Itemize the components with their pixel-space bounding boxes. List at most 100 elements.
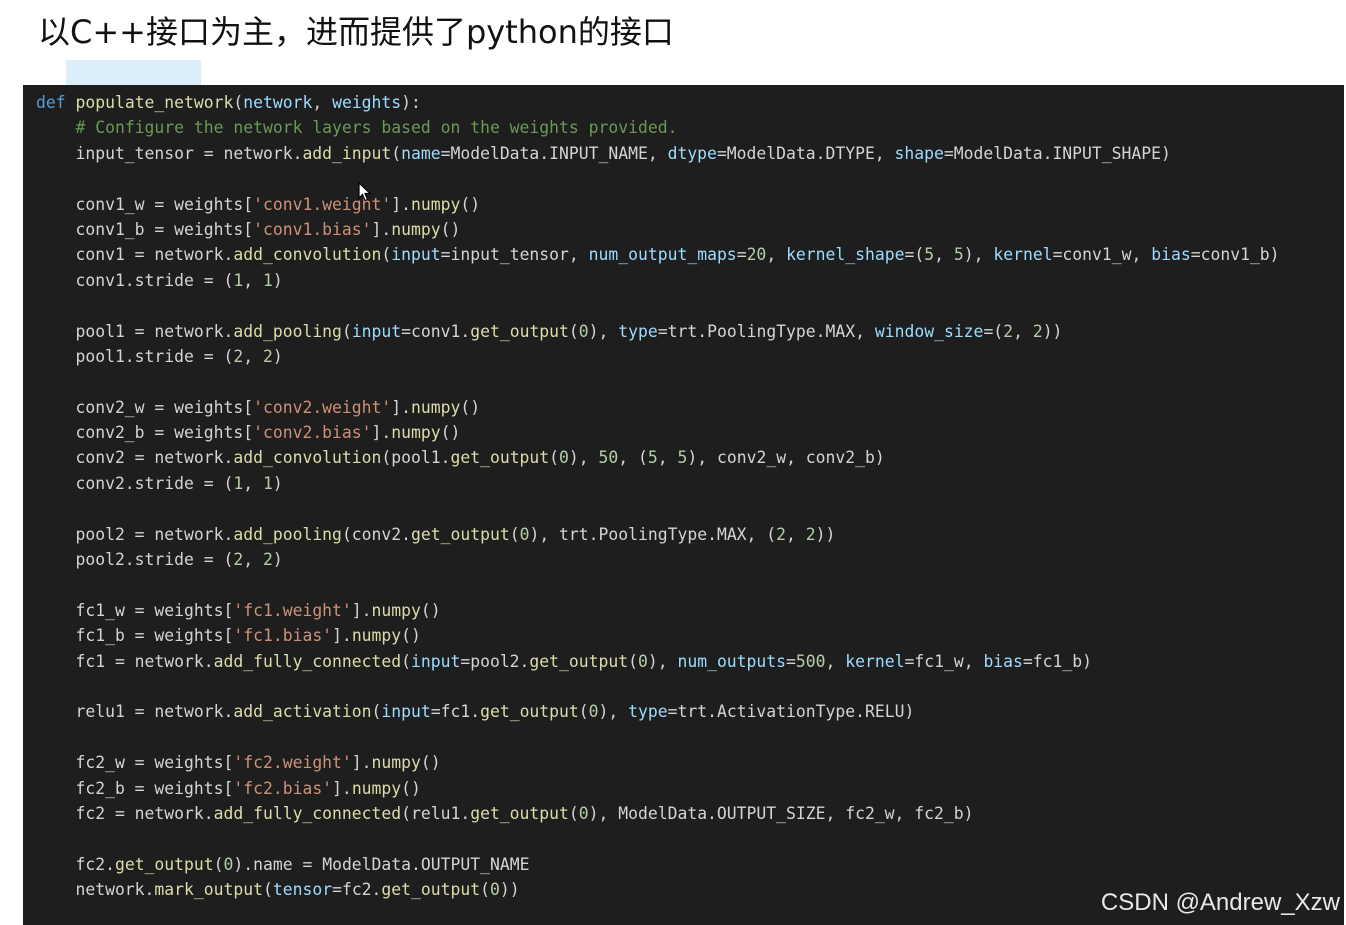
code-token: ), trt.PoolingType.MAX, (: [529, 524, 777, 544]
code-token: conv1_b = weights[: [36, 219, 254, 239]
code-token: =ModelData.INPUT_NAME,: [440, 143, 668, 163]
number-token: 50: [598, 448, 619, 468]
parameter-token: tensor: [272, 880, 333, 900]
code-token: =conv1.: [401, 321, 471, 341]
code-line[interactable]: fc1 = network.add_fully_connected(input=…: [36, 649, 1280, 674]
code-token: ,: [934, 245, 954, 265]
code-token: (: [233, 93, 244, 112]
code-editor[interactable]: def populate_network(network, weights): …: [23, 85, 1344, 925]
code-token: =(: [904, 245, 925, 265]
code-token: =input_tensor,: [440, 245, 589, 265]
number-token: 2: [776, 524, 787, 544]
code-token: fc2.: [36, 854, 115, 874]
number-token: 0: [489, 880, 500, 900]
code-token: fc1_b = weights[: [36, 626, 234, 646]
function-token: numpy: [371, 753, 421, 773]
function-token: numpy: [391, 423, 441, 443]
function-token: numpy: [411, 397, 461, 417]
code-token: (pool1.: [381, 448, 451, 468]
code-line[interactable]: [36, 369, 1280, 394]
code-line[interactable]: pool1.stride = (2, 2): [36, 344, 1280, 369]
parameter-token: dtype: [667, 143, 717, 163]
code-line[interactable]: # Configure the network layers based on …: [36, 115, 1280, 140]
code-token: ,: [766, 245, 787, 265]
code-line[interactable]: fc2 = network.add_fully_connected(relu1.…: [36, 801, 1280, 826]
code-line[interactable]: fc2.get_output(0).name = ModelData.OUTPU…: [36, 852, 1280, 877]
editor-tab-highlight[interactable]: [66, 60, 201, 85]
code-line[interactable]: pool2 = network.add_pooling(conv2.get_ou…: [36, 522, 1280, 547]
code-line[interactable]: relu1 = network.add_activation(input=fc1…: [36, 699, 1280, 724]
code-line[interactable]: conv2 = network.add_convolution(pool1.ge…: [36, 445, 1280, 470]
function-token: get_output: [470, 803, 569, 823]
string-token: 'fc2.bias': [233, 778, 333, 798]
code-line[interactable]: conv1 = network.add_convolution(input=in…: [36, 242, 1280, 267]
number-token: 1: [263, 270, 273, 290]
code-token: ].: [371, 423, 392, 443]
code-token: =: [736, 245, 747, 265]
string-token: 'conv2.bias': [253, 423, 372, 443]
code-line[interactable]: conv1_b = weights['conv1.bias'].numpy(): [36, 217, 1280, 242]
code-line[interactable]: [36, 826, 1280, 851]
code-line[interactable]: [36, 496, 1280, 521]
code-token: ),: [568, 448, 599, 468]
code-line[interactable]: fc1_b = weights['fc1.bias'].numpy(): [36, 623, 1280, 648]
code-line[interactable]: [36, 725, 1280, 750]
comment-token: # Configure the network layers based on …: [75, 118, 678, 138]
code-line[interactable]: pool2.stride = (2, 2): [36, 547, 1280, 572]
code-line[interactable]: conv1_w = weights['conv1.weight'].numpy(…: [36, 192, 1280, 217]
code-line[interactable]: [36, 572, 1280, 597]
function-token: add_pooling: [233, 321, 342, 341]
code-line[interactable]: input_tensor = network.add_input(name=Mo…: [36, 141, 1280, 166]
code-token: input_tensor = network.: [36, 143, 303, 163]
code-line[interactable]: [36, 293, 1280, 318]
parameter-token: kernel: [845, 651, 905, 671]
parameter-token: kernel_shape: [786, 245, 905, 265]
code-token: =conv1_b): [1190, 245, 1280, 265]
code-token: (): [440, 219, 461, 239]
code-line[interactable]: [36, 674, 1280, 699]
function-token: numpy: [351, 778, 402, 798]
code-line[interactable]: fc2_b = weights['fc2.bias'].numpy(): [36, 776, 1280, 801]
code-line[interactable]: def populate_network(network, weights):: [36, 90, 1280, 115]
code-token: , (: [618, 448, 648, 468]
string-token: 'fc1.weight': [233, 600, 352, 620]
parameter-token: bias: [983, 651, 1023, 671]
code-token: )): [815, 524, 836, 544]
code-line[interactable]: conv2_b = weights['conv2.bias'].numpy(): [36, 420, 1280, 445]
code-token: ,: [657, 448, 678, 468]
parameter-token: kernel: [993, 245, 1053, 265]
function-token: get_output: [411, 524, 510, 544]
code-line[interactable]: conv2.stride = (1, 1): [36, 471, 1280, 496]
code-line[interactable]: [36, 166, 1280, 191]
parameter-token: input: [411, 651, 461, 671]
code-token: (: [578, 702, 589, 722]
code-line[interactable]: fc1_w = weights['fc1.weight'].numpy(): [36, 598, 1280, 623]
code-token: (: [568, 803, 579, 823]
number-token: 0: [578, 803, 589, 823]
code-line[interactable]: fc2_w = weights['fc2.weight'].numpy(): [36, 750, 1280, 775]
code-token: (relu1.: [401, 803, 471, 823]
number-token: 1: [233, 270, 244, 290]
code-token: (conv2.: [341, 524, 412, 544]
number-token: 0: [519, 524, 530, 544]
code-token: (: [391, 143, 402, 163]
code-line[interactable]: conv2_w = weights['conv2.weight'].numpy(…: [36, 395, 1280, 420]
parameter-token: type: [618, 321, 658, 341]
code-token: fc2 = network.: [36, 803, 214, 823]
code-line[interactable]: pool1 = network.add_pooling(input=conv1.…: [36, 319, 1280, 344]
parameter-token: network: [243, 93, 313, 112]
code-token: ,: [243, 346, 263, 366]
function-token: add_input: [302, 143, 392, 163]
code-line[interactable]: network.mark_output(tensor=fc2.get_outpu…: [36, 877, 1280, 902]
code-line[interactable]: conv1.stride = (1, 1): [36, 268, 1280, 293]
code-token: )): [499, 880, 520, 900]
code-token: (: [568, 321, 579, 341]
keyword-token: def: [36, 93, 66, 112]
code-token: (): [401, 626, 421, 646]
code-token: (: [628, 651, 638, 671]
code-token: (: [401, 651, 411, 671]
code-token: ),: [963, 245, 994, 265]
function-token: add_fully_connected: [213, 651, 402, 671]
code-block[interactable]: def populate_network(network, weights): …: [36, 90, 1280, 903]
